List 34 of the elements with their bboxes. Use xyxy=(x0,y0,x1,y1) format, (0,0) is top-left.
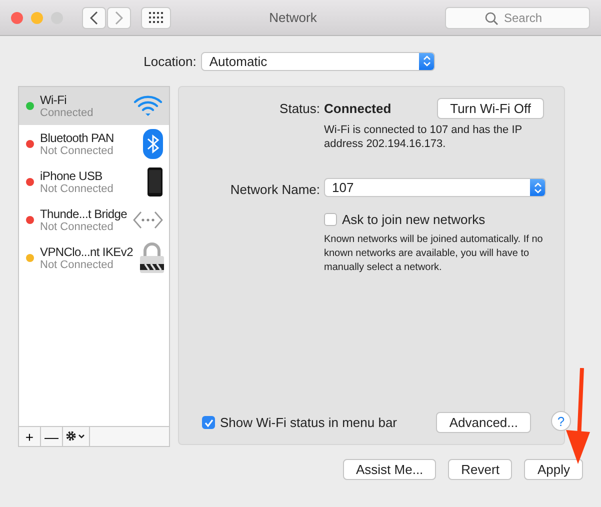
footer-button[interactable]: Apply xyxy=(524,459,583,480)
advanced-button[interactable]: Advanced... xyxy=(436,412,531,433)
network-name-dropdown[interactable]: 107 xyxy=(324,178,546,197)
service-item[interactable]: Wi-Fi Connected xyxy=(19,87,169,125)
turn-wifi-off-button[interactable]: Turn Wi-Fi Off xyxy=(437,98,544,118)
footer-button[interactable]: Assist Me... xyxy=(342,459,436,480)
location-label: Location: xyxy=(144,54,196,68)
network-name-label: Network Name: xyxy=(229,181,320,197)
window-title: Network xyxy=(268,10,318,25)
status-label: Status: xyxy=(278,100,320,116)
service-item[interactable]: Thunde...t Bridge Not Connected xyxy=(19,201,169,239)
service-name: VPNClo...nt IKEv2 xyxy=(40,245,133,259)
service-status: Connected xyxy=(40,107,94,119)
service-status: Not Connected xyxy=(40,145,114,157)
ask-note: Known networks will be joined automatically. If no known networks are available, you will have to manually select a network. xyxy=(324,233,544,275)
service-status: Not Connected xyxy=(40,221,114,233)
service-name: Bluetooth PAN xyxy=(40,131,114,145)
status-value: Connected xyxy=(324,100,392,116)
service-item[interactable]: VPNClo...nt IKEv2 Not Connected xyxy=(19,239,169,277)
service-name: Wi-Fi xyxy=(40,93,68,107)
status-note: Wi-Fi is connected to 107 and has the IP address 202.194.16.173. xyxy=(324,123,523,151)
service-status: Not Connected xyxy=(40,183,114,195)
list-toolbar-button[interactable]: + xyxy=(19,427,41,446)
service-name: Thunde...t Bridge xyxy=(40,207,127,221)
checkbox-label[interactable]: Show Wi-Fi status in menu bar xyxy=(220,415,398,430)
checkbox-label[interactable]: Ask to join new networks xyxy=(342,212,486,227)
list-toolbar-button[interactable]: — xyxy=(41,427,63,446)
location-dropdown[interactable]: Automatic xyxy=(201,52,436,70)
service-item[interactable]: Bluetooth PAN Not Connected xyxy=(19,125,169,163)
service-item[interactable]: iPhone USB Not Connected xyxy=(19,163,169,201)
footer-button[interactable]: Revert xyxy=(448,459,512,480)
service-name: iPhone USB xyxy=(40,169,104,183)
service-status: Not Connected xyxy=(40,259,114,271)
search-field[interactable]: Search xyxy=(445,6,590,28)
